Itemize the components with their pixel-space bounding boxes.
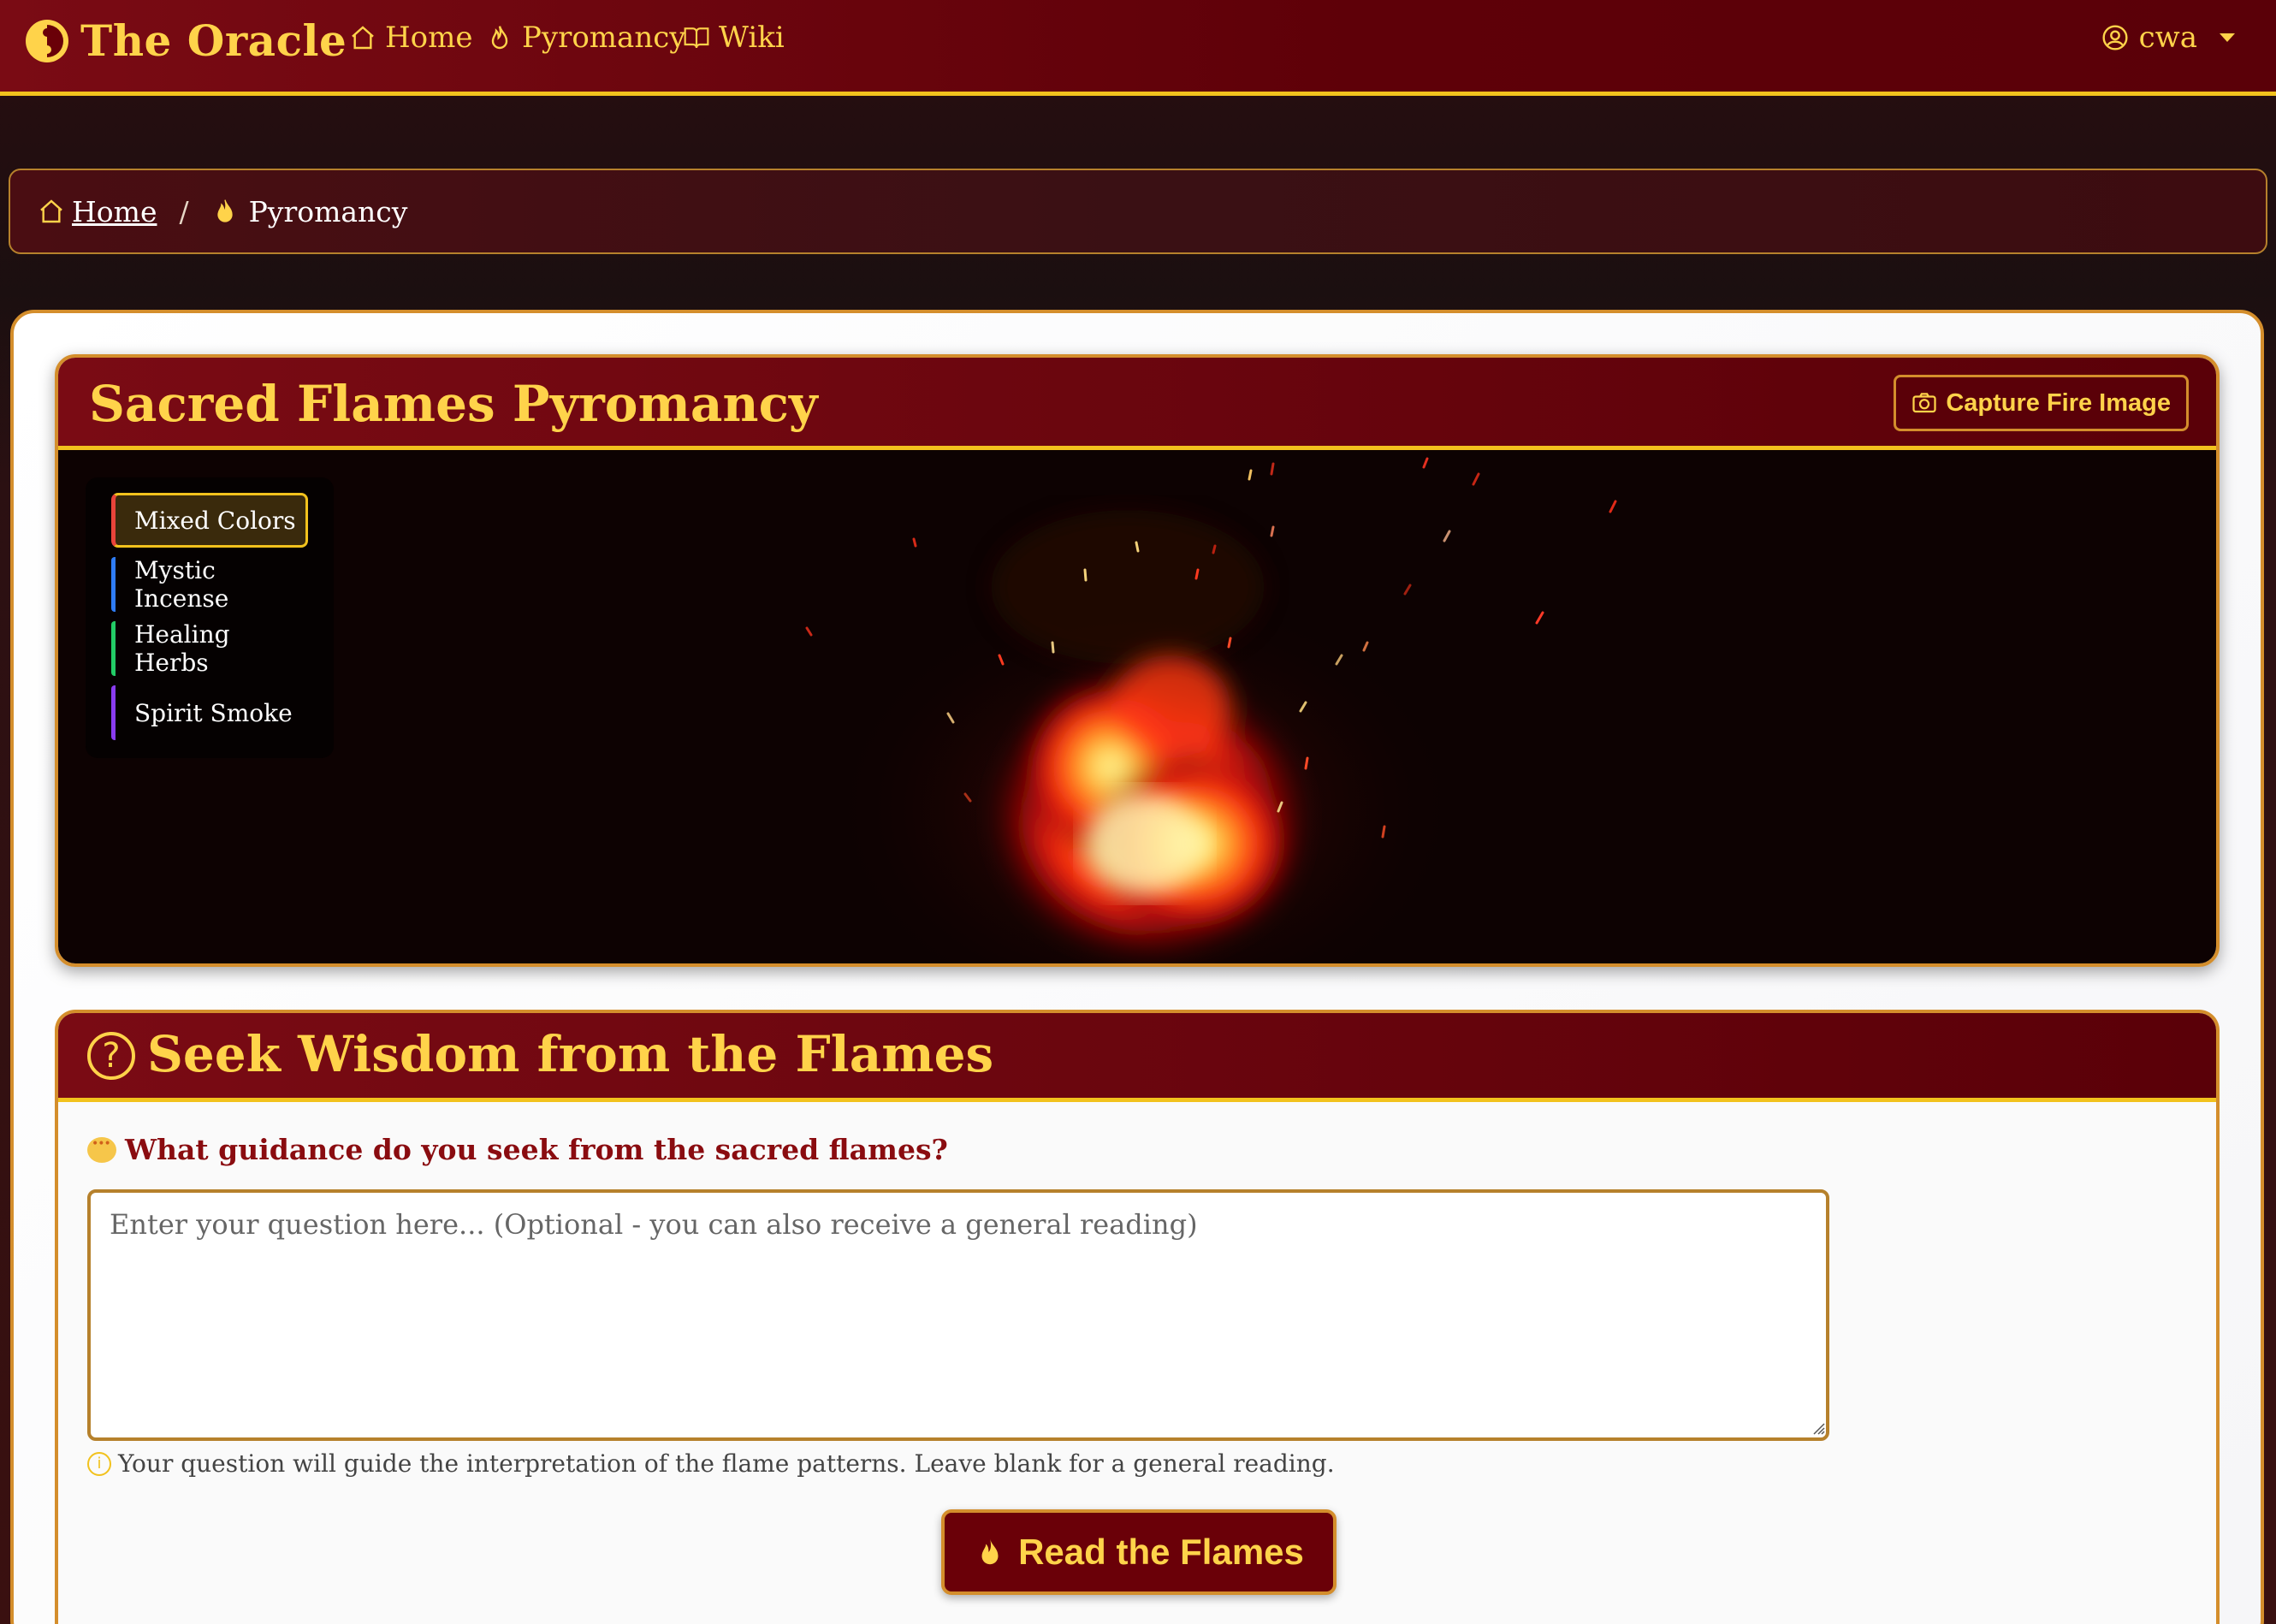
nav-link-wiki[interactable]: Wiki [683, 21, 785, 55]
offering-spirit-smoke[interactable]: Spirit Smoke [111, 685, 308, 740]
fire-card-title: Sacred Flames Pyromancy [89, 375, 818, 433]
brand-logo[interactable]: The Oracle [26, 15, 347, 66]
offering-mystic-incense[interactable]: Mystic Incense [111, 556, 308, 613]
offering-selector: Mixed Colors Mystic Incense Healing Herb… [86, 477, 334, 758]
wisdom-card-title: Seek Wisdom from the Flames [147, 1025, 994, 1083]
question-hint: i Your question will guide the interpret… [87, 1449, 1335, 1478]
fire-card: Sacred Flames Pyromancy Capture Fire Ima… [55, 354, 2220, 967]
fire-animation [805, 457, 1617, 963]
nav-link-label: Wiki [719, 21, 785, 55]
read-the-flames-button[interactable]: Read the Flames [941, 1509, 1337, 1595]
nav-link-home[interactable]: Home [349, 21, 472, 55]
brand-title: The Oracle [80, 15, 347, 66]
fire-canvas[interactable]: Mixed Colors Mystic Incense Healing Herb… [58, 450, 2216, 963]
user-menu[interactable]: cwa [2101, 21, 2235, 55]
camera-icon [1912, 393, 1936, 413]
offering-label: Mixed Colors [134, 506, 296, 535]
info-icon: i [87, 1451, 111, 1476]
breadcrumb-separator: / [179, 194, 189, 228]
nav-link-label: Pyromancy [522, 21, 686, 55]
user-circle-icon [2102, 25, 2128, 50]
fire-card-header: Sacred Flames Pyromancy Capture Fire Ima… [58, 358, 2216, 450]
speech-bubble-icon [87, 1136, 116, 1163]
yin-yang-icon [26, 19, 68, 62]
chevron-down-icon [2220, 33, 2235, 42]
offering-label: Healing Herbs [134, 620, 230, 677]
home-icon [352, 26, 374, 50]
question-label: What guidance do you seek from the sacre… [125, 1133, 948, 1166]
resize-handle-icon[interactable] [1811, 1420, 1826, 1436]
nav-link-label: Home [385, 21, 473, 55]
wisdom-card: ? Seek Wisdom from the Flames What guida… [55, 1010, 2220, 1624]
offering-label: Spirit Smoke [134, 698, 293, 727]
home-icon [40, 199, 62, 223]
capture-fire-image-label: Capture Fire Image [1946, 388, 2171, 417]
question-circle-icon: ? [87, 1032, 135, 1080]
breadcrumb: Home / Pyromancy [9, 169, 2267, 254]
offering-healing-herbs[interactable]: Healing Herbs [111, 620, 308, 677]
breadcrumb-current: Pyromancy [248, 194, 408, 228]
flame-icon [491, 26, 508, 50]
question-label-row: What guidance do you seek from the sacre… [87, 1133, 948, 1166]
capture-fire-image-button[interactable]: Capture Fire Image [1894, 375, 2189, 431]
read-the-flames-label: Read the Flames [1018, 1532, 1304, 1572]
breadcrumb-home-link[interactable]: Home [38, 195, 157, 228]
offering-label: Mystic Incense [134, 556, 229, 613]
question-hint-text: Your question will guide the interpretat… [118, 1449, 1335, 1478]
top-navbar: The Oracle Home Pyromancy Wiki cwa [0, 0, 2276, 96]
question-input[interactable] [87, 1189, 1829, 1441]
nav-link-pyromancy[interactable]: Pyromancy [486, 21, 685, 55]
flame-icon [981, 1538, 999, 1565]
offering-mixed-colors[interactable]: Mixed Colors [111, 493, 308, 548]
wisdom-card-header: ? Seek Wisdom from the Flames [58, 1013, 2216, 1102]
breadcrumb-home-label: Home [72, 194, 157, 228]
flame-icon [216, 199, 233, 222]
book-icon [684, 27, 709, 49]
username: cwa [2138, 21, 2197, 55]
